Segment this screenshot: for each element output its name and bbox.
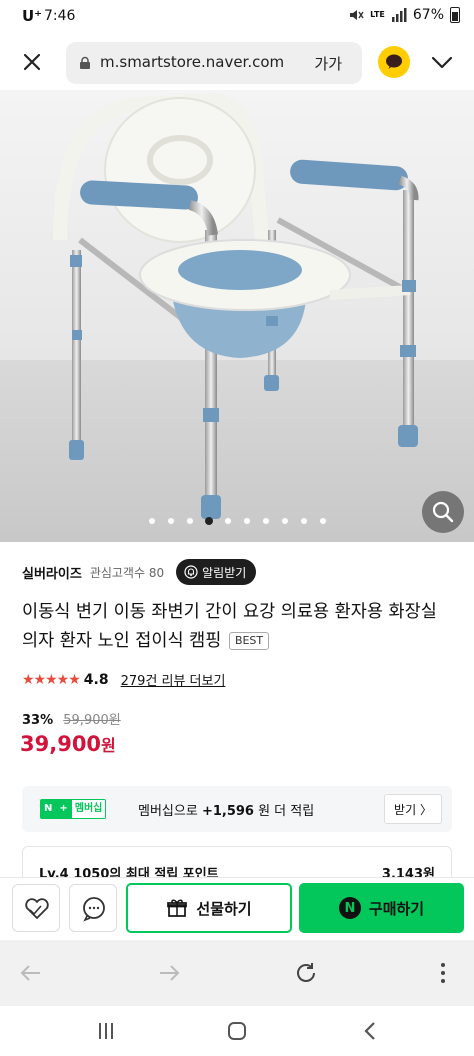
membership-benefit: N + 멤버십 멤버십으로 +1,596 원 더 적립 받기 〉 — [22, 786, 452, 832]
gallery-dot[interactable] — [242, 517, 251, 525]
buy-label: 구매하기 — [368, 899, 425, 918]
purchase-action-bar: 선물하기 N 구매하기 — [0, 877, 474, 939]
status-icons: LTE 67% — [348, 7, 460, 23]
forward-arrow-icon[interactable] — [156, 960, 182, 986]
gift-button[interactable]: 선물하기 — [126, 883, 292, 933]
gift-label: 선물하기 — [196, 899, 252, 918]
sale-price-unit: 원 — [101, 736, 116, 755]
clock: 7:46 — [44, 8, 76, 24]
system-back-icon[interactable] — [360, 1020, 382, 1042]
sale-price: 39,900원 — [20, 732, 116, 756]
system-navigation — [0, 1006, 474, 1056]
gallery-dot[interactable] — [166, 517, 175, 525]
store-row: 실버라이즈 관심고객수 80 알림받기 — [22, 558, 257, 586]
signal-icon — [391, 8, 407, 22]
talk-button[interactable] — [69, 884, 117, 932]
product-title: 이동식 변기 이동 좌변기 간이 요강 의료용 환자용 화장실 의자 환자 노인… — [22, 598, 452, 656]
home-icon[interactable] — [226, 1020, 248, 1042]
close-icon[interactable] — [18, 48, 46, 76]
magnifier-icon — [432, 501, 454, 523]
network-label: LTE — [370, 10, 385, 19]
back-arrow-icon[interactable] — [18, 960, 44, 986]
original-price: 59,900원 — [63, 713, 121, 728]
chat-icon — [83, 897, 105, 922]
discount-row: 33% 59,900원 — [22, 709, 121, 728]
lock-icon — [80, 56, 90, 69]
membership-points: +1,596 — [201, 804, 254, 819]
gift-icon — [167, 899, 188, 917]
refresh-icon[interactable] — [293, 960, 319, 986]
zoom-button[interactable] — [422, 491, 464, 533]
membership-text: 멤버십으로 +1,596 원 더 적립 — [138, 800, 314, 819]
membership-label: 멤버십 — [70, 799, 107, 819]
more-options-icon[interactable] — [430, 960, 456, 986]
address-bar[interactable]: m.smartstore.naver.com 가가 — [66, 42, 362, 84]
rating-row: ★★★★★ 4.8 279건 리뷰 더보기 — [22, 670, 226, 690]
review-link[interactable]: 279건 리뷰 더보기 — [121, 670, 226, 689]
mute-icon — [350, 10, 364, 20]
heart-icon — [25, 898, 49, 919]
membership-prefix: 멤버십으로 — [138, 804, 202, 819]
gallery-dot[interactable] — [318, 517, 327, 525]
chevron-down-icon[interactable] — [430, 52, 454, 72]
gallery-dot[interactable] — [261, 517, 270, 525]
best-badge: BEST — [228, 632, 270, 650]
carrier-label: U⁺ — [22, 7, 43, 25]
store-name[interactable]: 실버라이즈 — [22, 563, 82, 582]
browser-navigation — [0, 940, 474, 1006]
bell-icon — [184, 565, 198, 579]
rating-score: 4.8 — [83, 671, 109, 688]
status-bar: U⁺ 7:46 LTE 67% — [0, 0, 474, 34]
gallery-dot[interactable] — [280, 517, 289, 525]
store-fans: 관심고객수 80 — [89, 565, 165, 580]
browser-toolbar: m.smartstore.naver.com 가가 — [0, 34, 474, 90]
kakao-share-button[interactable] — [378, 46, 410, 78]
buy-button[interactable]: N 구매하기 — [299, 883, 464, 933]
membership-suffix: 원 더 적립 — [258, 804, 315, 819]
url-text: m.smartstore.naver.com — [100, 53, 285, 71]
gallery-dot[interactable] — [204, 517, 213, 525]
alarm-button[interactable]: 알림받기 — [176, 559, 257, 585]
text-size-button[interactable]: 가가 — [314, 53, 342, 74]
naver-n-label: N — [40, 799, 57, 819]
gallery-dot[interactable] — [147, 517, 156, 525]
gallery-dot[interactable] — [223, 517, 232, 525]
recent-apps-icon[interactable] — [95, 1020, 117, 1042]
receive-button[interactable]: 받기 〉 — [384, 794, 442, 824]
sale-price-value: 39,900 — [20, 732, 102, 756]
membership-badge: N + 멤버십 — [40, 799, 107, 819]
npay-icon: N — [338, 897, 361, 919]
product-image[interactable] — [0, 90, 474, 542]
alarm-label: 알림받기 — [202, 565, 247, 580]
battery-icon — [450, 7, 460, 23]
discount-rate: 33% — [22, 713, 54, 728]
star-rating-icon: ★★★★★ — [22, 671, 81, 688]
gallery-pagination — [0, 517, 474, 525]
commode-chair-photo — [0, 90, 474, 542]
chat-bubble-icon — [386, 54, 402, 69]
gallery-dot[interactable] — [299, 517, 308, 525]
wishlist-button[interactable] — [12, 884, 60, 932]
gallery-dot[interactable] — [185, 517, 194, 525]
battery-percent: 67% — [412, 7, 444, 23]
plus-label: + — [56, 799, 71, 819]
